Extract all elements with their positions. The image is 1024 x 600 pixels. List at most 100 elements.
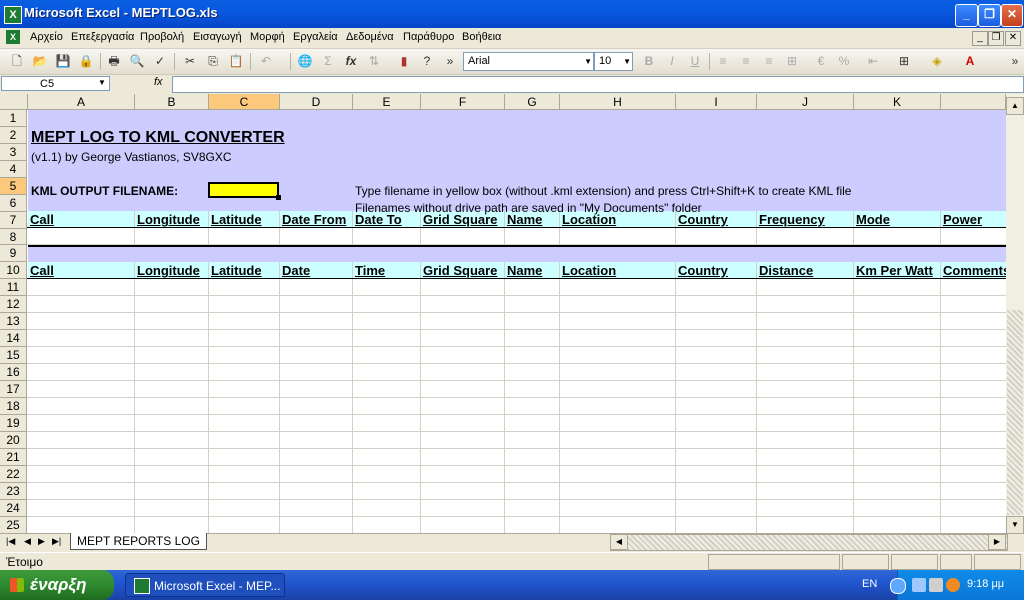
row-header[interactable]: 10: [0, 262, 27, 279]
menu-file[interactable]: Αρχείο: [30, 31, 63, 43]
fill-handle[interactable]: [276, 195, 281, 200]
volume-icon[interactable]: [929, 578, 943, 592]
menu-data[interactable]: Δεδομένα: [346, 31, 394, 43]
font-name-select[interactable]: Arial ▼: [463, 52, 594, 71]
sort-icon[interactable]: ⇅: [365, 52, 383, 70]
insert-function-icon[interactable]: fx: [154, 76, 163, 88]
close-button[interactable]: ✕: [1001, 4, 1023, 27]
fill-color-icon[interactable]: ◈: [928, 52, 946, 70]
prev-sheet-icon[interactable]: ◀: [24, 536, 31, 547]
menu-insert[interactable]: Εισαγωγή: [193, 31, 242, 43]
worksheet-grid[interactable]: A B C D E F G H I J K 1 2 3 4 5 6 7 8 9 …: [0, 94, 1006, 534]
chart-icon[interactable]: ▮: [395, 52, 413, 70]
spelling-icon[interactable]: ✓: [151, 52, 169, 70]
row-header[interactable]: 7: [0, 212, 27, 229]
column-header-b[interactable]: B: [135, 94, 209, 110]
row-header[interactable]: 4: [0, 161, 27, 178]
excel-icon[interactable]: X: [4, 6, 22, 24]
sheet-tab-mept-reports-log[interactable]: MEPT REPORTS LOG: [70, 533, 207, 550]
italic-button[interactable]: I: [663, 52, 681, 70]
menu-help[interactable]: Βοήθεια: [462, 31, 501, 43]
security-icon[interactable]: [946, 578, 960, 592]
language-indicator[interactable]: EN: [862, 578, 877, 590]
cut-icon[interactable]: ✂: [181, 52, 199, 70]
row-header[interactable]: 18: [0, 398, 27, 415]
last-sheet-icon[interactable]: ▶|: [52, 536, 61, 547]
row-header[interactable]: 20: [0, 432, 27, 449]
print-preview-icon[interactable]: 🔍: [128, 52, 146, 70]
permission-icon[interactable]: 🔒: [77, 52, 95, 70]
scroll-left-icon[interactable]: ◀: [610, 534, 628, 550]
doc-restore-button[interactable]: ❐: [988, 31, 1004, 46]
column-header-h[interactable]: H: [560, 94, 676, 110]
font-color-icon[interactable]: A: [961, 52, 979, 70]
font-size-select[interactable]: 10 ▼: [594, 52, 633, 71]
menu-window[interactable]: Παράθυρο: [403, 31, 454, 43]
formula-input[interactable]: [172, 76, 1024, 93]
row-header[interactable]: 1: [0, 110, 27, 127]
column-header-f[interactable]: F: [421, 94, 505, 110]
new-icon[interactable]: 🗋: [8, 52, 26, 70]
bold-button[interactable]: B: [640, 52, 658, 70]
row-header[interactable]: 2: [0, 127, 27, 144]
align-center-icon[interactable]: ≡: [737, 52, 755, 70]
doc-minimize-button[interactable]: _: [972, 31, 988, 46]
toolbar-overflow-icon[interactable]: »: [1006, 52, 1024, 70]
column-header-c[interactable]: C: [209, 94, 280, 110]
menu-edit[interactable]: Επεξεργασία: [71, 31, 134, 43]
minimize-button[interactable]: _: [955, 4, 978, 27]
row-header[interactable]: 24: [0, 500, 27, 517]
scroll-up-icon[interactable]: ▲: [1006, 97, 1024, 115]
column-header-l[interactable]: [941, 94, 1006, 110]
horizontal-scrollbar[interactable]: [610, 534, 1008, 551]
row-header[interactable]: 17: [0, 381, 27, 398]
percent-icon[interactable]: %: [835, 52, 853, 70]
row-header[interactable]: 9: [0, 245, 27, 262]
row-header[interactable]: 23: [0, 483, 27, 500]
row-header[interactable]: 5: [0, 178, 27, 195]
underline-button[interactable]: U: [686, 52, 704, 70]
currency-icon[interactable]: €: [812, 52, 830, 70]
print-icon[interactable]: 🖶: [105, 52, 123, 70]
row-header[interactable]: 3: [0, 144, 27, 161]
open-icon[interactable]: 📂: [31, 52, 49, 70]
column-header-g[interactable]: G: [505, 94, 560, 110]
row-header[interactable]: 25: [0, 517, 27, 534]
paste-icon[interactable]: 📋: [227, 52, 245, 70]
toolbar-options-icon[interactable]: »: [441, 52, 459, 70]
row-header[interactable]: 12: [0, 296, 27, 313]
hyperlink-icon[interactable]: 🌐: [296, 52, 314, 70]
column-header-e[interactable]: E: [353, 94, 421, 110]
column-header-k[interactable]: K: [854, 94, 941, 110]
menu-tools[interactable]: Εργαλεία: [293, 31, 338, 43]
row-header[interactable]: 13: [0, 313, 27, 330]
row-header[interactable]: 14: [0, 330, 27, 347]
row-header[interactable]: 11: [0, 279, 27, 296]
autosum-icon[interactable]: Σ: [319, 52, 337, 70]
row-header[interactable]: 6: [0, 195, 27, 212]
column-header-a[interactable]: A: [28, 94, 135, 110]
first-sheet-icon[interactable]: |◀: [6, 536, 15, 547]
menu-view[interactable]: Προβολή: [140, 31, 184, 43]
merge-center-icon[interactable]: ⊞: [783, 52, 801, 70]
copy-icon[interactable]: ⎘: [204, 52, 222, 70]
name-box-dropdown-icon[interactable]: ▼: [98, 78, 106, 87]
row-header[interactable]: 15: [0, 347, 27, 364]
borders-icon[interactable]: ⊞: [895, 52, 913, 70]
tray-expand-icon[interactable]: [890, 578, 906, 594]
workbook-icon[interactable]: X: [6, 30, 20, 44]
column-header-i[interactable]: I: [676, 94, 757, 110]
save-icon[interactable]: 💾: [54, 52, 72, 70]
align-right-icon[interactable]: ≡: [760, 52, 778, 70]
undo-icon[interactable]: ↶: [257, 52, 275, 70]
output-filename-input[interactable]: [208, 182, 279, 198]
align-left-icon[interactable]: ≡: [714, 52, 732, 70]
restore-button[interactable]: ❐: [978, 4, 1001, 27]
menu-format[interactable]: Μορφή: [250, 31, 285, 43]
help-icon[interactable]: ?: [418, 52, 436, 70]
network-icon[interactable]: [912, 578, 926, 592]
next-sheet-icon[interactable]: ▶: [38, 536, 45, 547]
function-icon[interactable]: fx: [342, 52, 360, 70]
row-header[interactable]: 21: [0, 449, 27, 466]
decrease-indent-icon[interactable]: ⇤: [864, 52, 882, 70]
